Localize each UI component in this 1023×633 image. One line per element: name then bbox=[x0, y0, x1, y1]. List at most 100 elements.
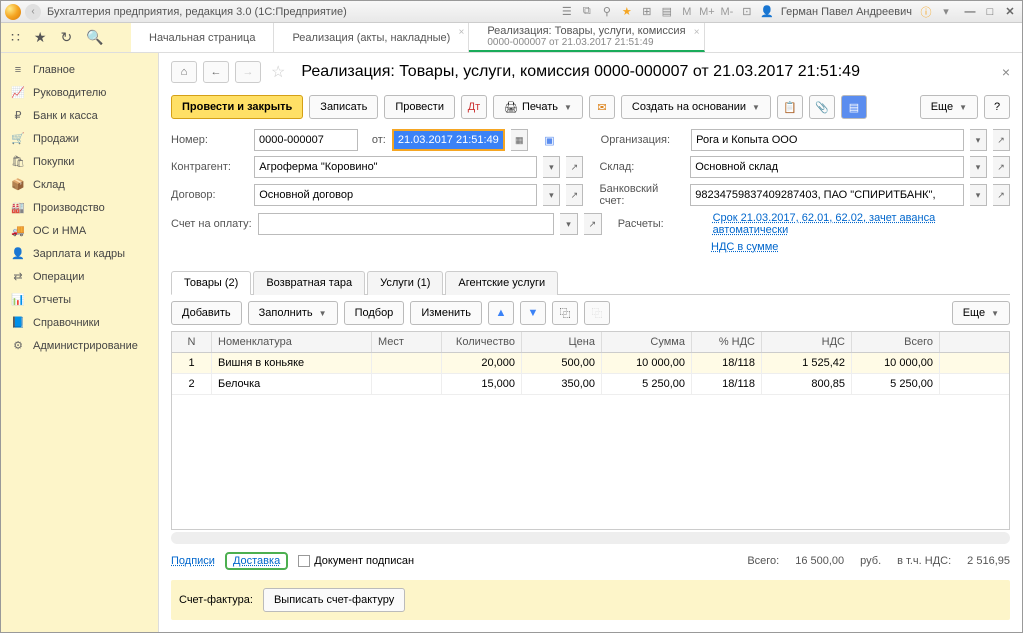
user-name[interactable]: Герман Павел Андреевич bbox=[781, 6, 912, 18]
dropdown-button[interactable]: ▾ bbox=[970, 156, 987, 178]
tab-tara[interactable]: Возвратная тара bbox=[253, 271, 365, 295]
write-sf-button[interactable]: Выписать счет-фактуру bbox=[263, 588, 405, 612]
dropdown-button[interactable]: ▾ bbox=[543, 156, 560, 178]
struct-button[interactable]: ▤ bbox=[841, 95, 867, 119]
favorite-icon[interactable]: ☆ bbox=[271, 62, 285, 82]
tab-start[interactable]: Начальная страница bbox=[131, 23, 274, 52]
table-row[interactable]: 1Вишня в коньяке20,000500,0010 000,0018/… bbox=[172, 353, 1009, 374]
move-down-button[interactable]: ▼ bbox=[520, 301, 546, 325]
pay-field[interactable] bbox=[258, 213, 554, 235]
contragent-field[interactable]: Агроферма "Коровино" bbox=[254, 156, 537, 178]
fill-button[interactable]: Заполнить▼ bbox=[248, 301, 338, 325]
fav-icon[interactable]: ★ bbox=[619, 4, 635, 20]
col-total[interactable]: Всего bbox=[852, 332, 940, 352]
calc-link[interactable]: Срок 21.03.2017, 62.01, 62.02, зачет ава… bbox=[713, 212, 1010, 236]
sidebar-item[interactable]: 🏭Производство bbox=[1, 196, 158, 219]
paste-button[interactable]: ⿻ bbox=[584, 301, 610, 325]
number-field[interactable]: 0000-000007 bbox=[254, 129, 358, 151]
post-button[interactable]: Провести bbox=[384, 95, 455, 119]
tab-agent[interactable]: Агентские услуги bbox=[445, 271, 558, 295]
toolbar-icon[interactable]: ☰ bbox=[559, 4, 575, 20]
signatures-link[interactable]: Подписи bbox=[171, 555, 215, 567]
toolbar-icon[interactable]: ⊞ bbox=[639, 4, 655, 20]
add-button[interactable]: Добавить bbox=[171, 301, 242, 325]
help-button[interactable]: ? bbox=[984, 95, 1010, 119]
copy-button[interactable]: ⿻ bbox=[552, 301, 578, 325]
dropdown-button[interactable]: ▾ bbox=[560, 213, 578, 235]
dropdown-button[interactable]: ▾ bbox=[970, 184, 987, 206]
more-button[interactable]: Еще▼ bbox=[920, 95, 978, 119]
date-field[interactable]: 21.03.2017 21:51:49 bbox=[392, 129, 505, 151]
open-button[interactable]: ↗ bbox=[566, 184, 583, 206]
move-up-button[interactable]: ▲ bbox=[488, 301, 514, 325]
close-button[interactable]: ✕ bbox=[1002, 5, 1018, 19]
sidebar-item[interactable]: 🛍Покупки bbox=[1, 150, 158, 173]
clipboard-button[interactable]: 📋 bbox=[777, 95, 803, 119]
sidebar-item[interactable]: 👤Зарплата и кадры bbox=[1, 242, 158, 265]
col-nomenclature[interactable]: Номенклатура bbox=[212, 332, 372, 352]
toolbar-icon[interactable]: M bbox=[679, 4, 695, 20]
sidebar-item[interactable]: 📦Склад bbox=[1, 173, 158, 196]
tab-document[interactable]: Реализация: Товары, услуги, комиссия0000… bbox=[469, 23, 704, 52]
h-scrollbar[interactable] bbox=[171, 532, 1010, 544]
toolbar-icon[interactable]: ⚲ bbox=[599, 4, 615, 20]
history-icon[interactable]: ↻ bbox=[60, 29, 72, 46]
print-button[interactable]: 🖨 Печать▼ bbox=[493, 95, 583, 119]
table-row[interactable]: 2Белочка15,000350,005 250,0018/118800,85… bbox=[172, 374, 1009, 395]
toolbar-icon[interactable]: ⧉ bbox=[579, 4, 595, 20]
col-qty[interactable]: Количество bbox=[442, 332, 522, 352]
back-icon[interactable]: ‹ bbox=[25, 4, 41, 20]
home-button[interactable]: ⌂ bbox=[171, 61, 197, 83]
toolbar-icon[interactable]: ▤ bbox=[659, 4, 675, 20]
nav-fwd-button[interactable]: → bbox=[235, 61, 261, 83]
sidebar-item[interactable]: 📊Отчеты bbox=[1, 288, 158, 311]
info-icon[interactable]: ⓘ bbox=[918, 4, 934, 20]
col-mest[interactable]: Мест bbox=[372, 332, 442, 352]
sidebar-item[interactable]: ₽Банк и касса bbox=[1, 104, 158, 127]
sidebar-item[interactable]: ⚙Администрирование bbox=[1, 334, 158, 357]
bank-field[interactable]: 98234759837409287403, ПАО "СПИРИТБАНК", bbox=[690, 184, 964, 206]
nav-back-button[interactable]: ← bbox=[203, 61, 229, 83]
tab-services[interactable]: Услуги (1) bbox=[367, 271, 443, 295]
col-nds[interactable]: % НДС bbox=[692, 332, 762, 352]
nds-link[interactable]: НДС в сумме bbox=[711, 241, 778, 253]
col-ndsv[interactable]: НДС bbox=[762, 332, 852, 352]
open-button[interactable]: ↗ bbox=[566, 156, 583, 178]
signed-checkbox[interactable]: Документ подписан bbox=[298, 555, 414, 567]
sidebar-item[interactable]: 📘Справочники bbox=[1, 311, 158, 334]
toolbar-icon[interactable]: ⊡ bbox=[739, 4, 755, 20]
sidebar-item[interactable]: 📈Руководителю bbox=[1, 81, 158, 104]
create-based-button[interactable]: Создать на основании▼ bbox=[621, 95, 771, 119]
sidebar-item[interactable]: 🚚ОС и НМА bbox=[1, 219, 158, 242]
close-icon[interactable]: × bbox=[694, 27, 700, 38]
open-button[interactable]: ↗ bbox=[993, 129, 1010, 151]
toolbar-icon[interactable]: M- bbox=[719, 4, 735, 20]
attach-button[interactable]: 📎 bbox=[809, 95, 835, 119]
write-button[interactable]: Записать bbox=[309, 95, 378, 119]
minimize-button[interactable]: — bbox=[962, 5, 978, 19]
open-button[interactable]: ↗ bbox=[584, 213, 602, 235]
delivery-link[interactable]: Доставка bbox=[225, 552, 288, 570]
close-icon[interactable]: × bbox=[458, 27, 464, 38]
calendar-button[interactable]: ▦ bbox=[511, 129, 528, 151]
sidebar-item[interactable]: 🛒Продажи bbox=[1, 127, 158, 150]
tab-goods[interactable]: Товары (2) bbox=[171, 271, 251, 295]
sidebar-item[interactable]: ≡Главное bbox=[1, 59, 158, 81]
org-field[interactable]: Рога и Копыта ООО bbox=[691, 129, 964, 151]
col-sum[interactable]: Сумма bbox=[602, 332, 692, 352]
dropdown-button[interactable]: ▾ bbox=[543, 184, 560, 206]
sidebar-item[interactable]: ⇄Операции bbox=[1, 265, 158, 288]
mail-button[interactable]: ✉ bbox=[589, 95, 615, 119]
maximize-button[interactable]: □ bbox=[982, 5, 998, 19]
open-button[interactable]: ↗ bbox=[993, 156, 1010, 178]
star-icon[interactable]: ★ bbox=[34, 29, 47, 46]
debit-credit-button[interactable]: Дт bbox=[461, 95, 487, 119]
status-icon[interactable]: ▣ bbox=[544, 134, 554, 147]
change-button[interactable]: Изменить bbox=[410, 301, 482, 325]
apps-icon[interactable]: ∷ bbox=[11, 29, 20, 46]
dropdown-button[interactable]: ▾ bbox=[970, 129, 987, 151]
col-price[interactable]: Цена bbox=[522, 332, 602, 352]
sklad-field[interactable]: Основной склад bbox=[690, 156, 964, 178]
open-button[interactable]: ↗ bbox=[993, 184, 1010, 206]
col-n[interactable]: N bbox=[172, 332, 212, 352]
